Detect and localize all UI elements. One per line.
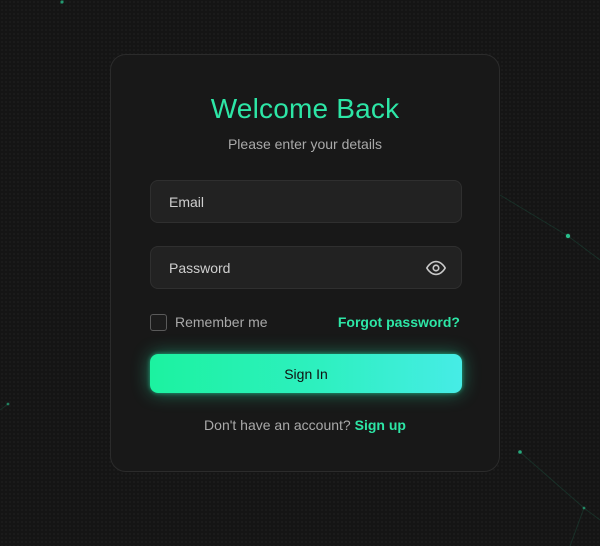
remember-label: Remember me xyxy=(175,314,268,330)
remember-checkbox[interactable] xyxy=(150,313,167,331)
forgot-password-link[interactable]: Forgot password? xyxy=(338,314,460,330)
page-subtitle: Please enter your details xyxy=(227,136,383,152)
remember-me[interactable]: Remember me xyxy=(150,313,268,331)
page-title: Welcome Back xyxy=(210,93,400,124)
email-field[interactable] xyxy=(151,181,461,222)
password-field-wrapper xyxy=(150,246,462,289)
login-card: Welcome Back Please enter your details R… xyxy=(110,54,500,472)
signup-prompt: Don't have an account? xyxy=(204,417,351,433)
sign-up-link[interactable]: Sign up xyxy=(355,417,406,433)
eye-icon[interactable] xyxy=(425,257,447,279)
email-field-wrapper xyxy=(150,180,462,223)
signup-row: Don't have an account? Sign up xyxy=(111,417,499,433)
sign-in-button[interactable]: Sign In xyxy=(150,354,462,393)
password-field[interactable] xyxy=(151,247,461,288)
